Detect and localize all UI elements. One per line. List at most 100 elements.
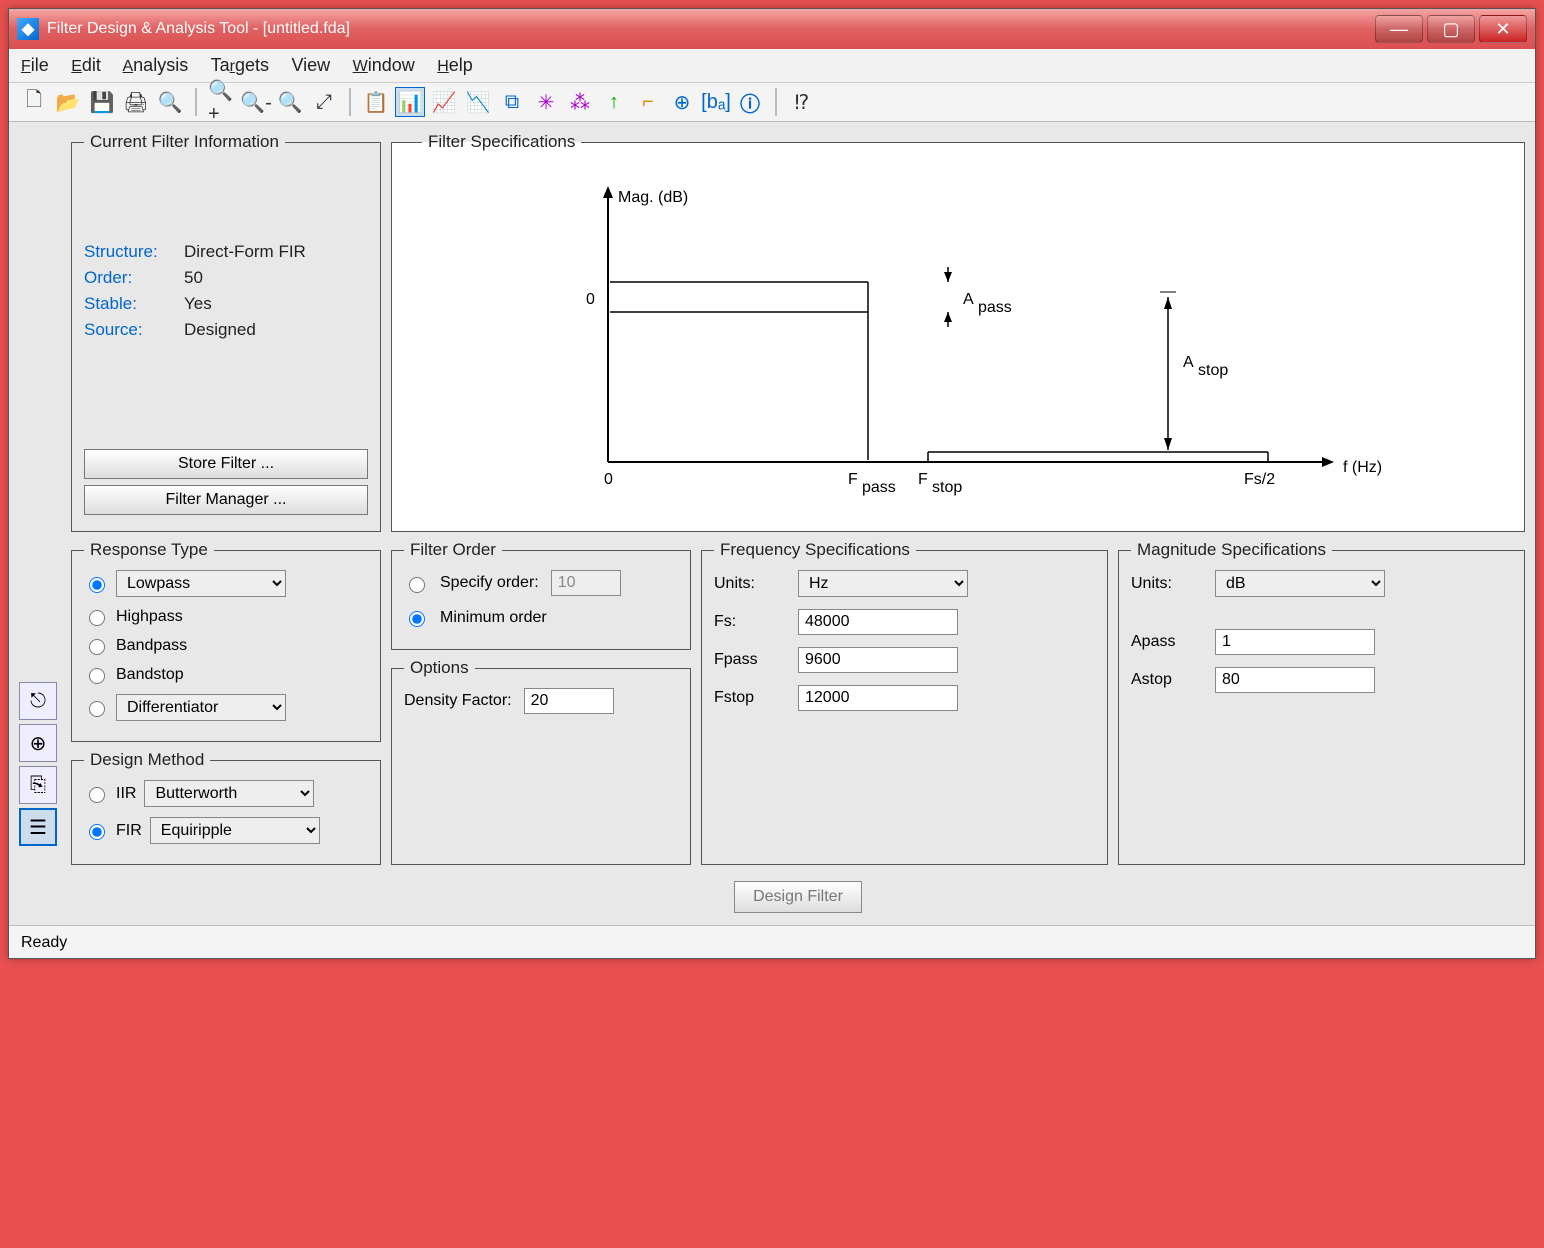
design-filter-button[interactable]: Design Filter [734,881,862,913]
svg-text:A: A [963,291,974,308]
group-delay-icon[interactable]: ✳ [531,87,561,117]
specify-order-input [551,570,621,596]
tab-polezero[interactable]: ⊕ [19,724,57,762]
menu-help[interactable]: Help [437,55,473,75]
astop-input[interactable] [1215,667,1375,693]
svg-text:Fs/2: Fs/2 [1244,471,1275,488]
filter-info-legend: Current Filter Information [84,132,285,152]
app-icon: ◆ [17,18,39,40]
structure-value: Direct-Form FIR [184,242,306,262]
lowpass-select[interactable]: Lowpass [116,570,286,597]
menu-file[interactable]: File [21,55,49,75]
apass-input[interactable] [1215,629,1375,655]
menu-analysis[interactable]: Analysis [123,55,189,75]
save-icon[interactable]: 💾 [87,87,117,117]
minimize-button[interactable]: — [1375,15,1423,43]
status-bar: Ready [9,925,1535,958]
title-bar[interactable]: ◆ Filter Design & Analysis Tool - [untit… [9,9,1535,49]
tab-realize[interactable]: ⎋ [19,682,57,720]
polezero-icon[interactable]: ⊕ [667,87,697,117]
specify-order-radio[interactable] [409,577,425,593]
order-label: Order: [84,268,184,288]
highpass-radio[interactable] [89,610,105,626]
fir-select[interactable]: Equiripple [150,817,320,844]
diff-select[interactable]: Differentiator [116,694,286,721]
menu-window[interactable]: Window [353,55,415,75]
source-value: Designed [184,320,256,340]
structure-label: Structure: [84,242,184,262]
min-order-radio[interactable] [409,611,425,627]
apass-label: Apass [1131,633,1201,651]
svg-text:F: F [848,471,858,488]
freq-legend: Frequency Specifications [714,540,916,560]
print-icon[interactable]: 🖨 [121,87,151,117]
filter-order-panel: Filter Order Specify order: Minimum orde… [391,540,691,650]
close-button[interactable]: ✕ [1479,15,1527,43]
options-panel: Options Density Factor: [391,658,691,865]
lowpass-radio[interactable] [89,577,105,593]
response-type-panel: Response Type Lowpass Highpass Bandpass … [71,540,381,742]
response-icon[interactable]: 📊 [395,87,425,117]
filter-spec-legend: Filter Specifications [422,132,581,152]
phase-delay-icon[interactable]: ⁂ [565,87,595,117]
phase-icon[interactable]: 📉 [463,87,493,117]
design-method-panel: Design Method IIR Butterworth FIR Equiri… [71,750,381,865]
ylabel: Mag. (dB) [618,189,688,206]
fir-label: FIR [116,822,142,840]
tab-design[interactable]: ☰ [19,808,57,846]
zoom-out-icon[interactable]: 🔍- [241,87,271,117]
fstop-input[interactable] [798,685,958,711]
freq-units-select[interactable]: Hz [798,570,968,597]
mag-units-select[interactable]: dB [1215,570,1385,597]
whatsthis-icon[interactable]: ⁉ [787,87,817,117]
bandstop-radio[interactable] [89,668,105,684]
maximize-button[interactable]: ▢ [1427,15,1475,43]
filter-spec-panel: Filter Specifications Mag. (dB) f (Hz) [391,132,1525,532]
fs-input[interactable] [798,609,958,635]
magphase-icon[interactable]: ⧉ [497,87,527,117]
iir-select[interactable]: Butterworth [144,780,314,807]
iir-radio[interactable] [89,787,105,803]
svg-text:0: 0 [586,291,595,308]
menu-targets[interactable]: Targets [211,55,269,75]
order-value: 50 [184,268,203,288]
mag-legend: Magnitude Specifications [1131,540,1332,560]
astop-label: Astop [1131,671,1201,689]
bandpass-radio[interactable] [89,639,105,655]
source-label: Source: [84,320,184,340]
coeffs-icon[interactable]: [bₐ] [701,87,731,117]
filter-manager-button[interactable]: Filter Manager ... [84,485,368,515]
bandpass-label: Bandpass [116,637,187,655]
menu-view[interactable]: View [291,55,330,75]
density-input[interactable] [524,688,614,714]
freq-spec-panel: Frequency Specifications Units: Hz Fs: F… [701,540,1108,865]
impulse-icon[interactable]: ↑ [599,87,629,117]
svg-text:0: 0 [604,471,613,488]
iir-label: IIR [116,785,136,803]
menu-edit[interactable]: Edit [71,55,101,75]
fs-label: Fs: [714,613,784,631]
step-icon[interactable]: ⌐ [633,87,663,117]
zoom-reset-icon[interactable]: 🔍 [275,87,305,117]
diff-radio[interactable] [89,701,105,717]
filter-info-panel: Current Filter Information Structure: Di… [71,132,381,532]
tab-import[interactable]: ⎘ [19,766,57,804]
filter-specs-icon[interactable]: 📋 [361,87,391,117]
full-view-icon[interactable]: ⤢ [309,87,339,117]
store-filter-button[interactable]: Store Filter ... [84,449,368,479]
zoom-in-icon[interactable]: 🔍+ [207,87,237,117]
min-order-label: Minimum order [440,609,547,627]
info-icon[interactable]: ⓘ [735,87,765,117]
fstop-label: Fstop [714,689,784,707]
fpass-input[interactable] [798,647,958,673]
stable-value: Yes [184,294,212,314]
window-title: Filter Design & Analysis Tool - [untitle… [47,20,350,38]
open-icon[interactable]: 📂 [53,87,83,117]
magnitude-icon[interactable]: 📈 [429,87,459,117]
print-preview-icon[interactable]: 🔍 [155,87,185,117]
svg-text:stop: stop [1198,362,1228,379]
svg-text:stop: stop [932,479,962,496]
fir-radio[interactable] [89,824,105,840]
toolbar: 🗋 📂 💾 🖨 🔍 🔍+ 🔍- 🔍 ⤢ 📋 📊 📈 📉 ⧉ ✳ ⁂ ↑ ⌐ ⊕ … [9,83,1535,122]
new-icon[interactable]: 🗋 [19,87,49,117]
